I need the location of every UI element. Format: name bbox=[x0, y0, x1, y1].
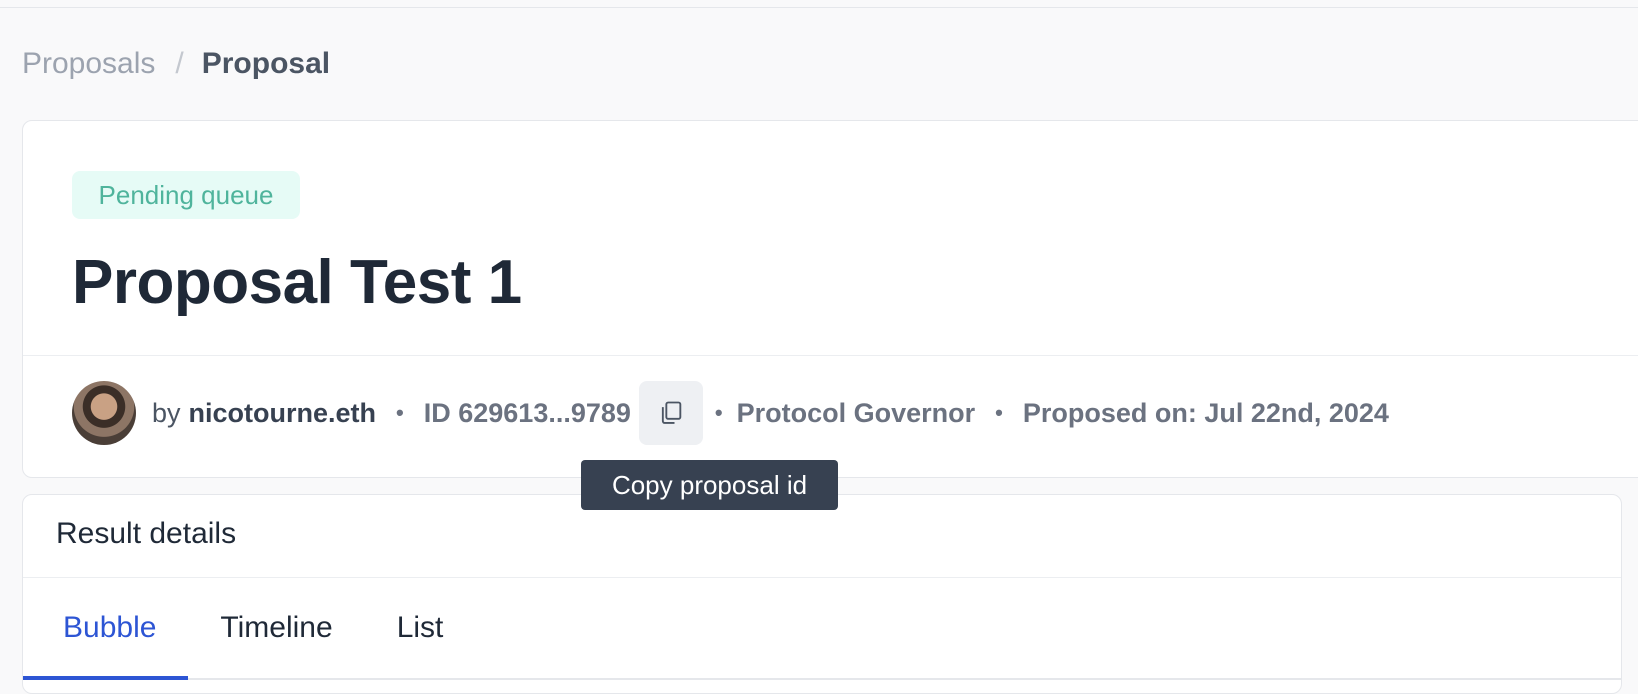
breadcrumb: Proposals / Proposal bbox=[22, 44, 330, 84]
top-bar-edge bbox=[0, 0, 1638, 8]
tab-list[interactable]: List bbox=[365, 578, 476, 678]
by-label: by bbox=[152, 397, 181, 428]
proposed-on-date: Proposed on: Jul 22nd, 2024 bbox=[1022, 397, 1389, 428]
page-title: Proposal Test 1 bbox=[72, 248, 522, 317]
breadcrumb-current: Proposal bbox=[201, 47, 331, 80]
breadcrumb-separator: / bbox=[175, 47, 184, 80]
proposal-meta-row: by nicotourne.eth • ID 629613...9789 • P… bbox=[72, 381, 1389, 445]
meta-separator: • bbox=[714, 400, 723, 425]
result-details-title: Result details bbox=[56, 517, 237, 550]
meta-separator: • bbox=[995, 400, 1003, 425]
divider bbox=[23, 355, 1638, 356]
copy-proposal-id-button[interactable] bbox=[638, 381, 703, 445]
tab-timeline[interactable]: Timeline bbox=[188, 578, 364, 678]
proposal-id: ID 629613...9789 bbox=[423, 397, 631, 428]
meta-separator: • bbox=[396, 400, 404, 425]
copy-proposal-id-tooltip: Copy proposal id bbox=[581, 460, 838, 510]
tab-bubble[interactable]: Bubble bbox=[23, 578, 189, 680]
status-badge: Pending queue bbox=[72, 171, 300, 219]
result-details-card: Result details Bubble Timeline List bbox=[22, 494, 1622, 694]
copy-icon bbox=[661, 401, 682, 424]
author-name[interactable]: nicotourne.eth bbox=[189, 398, 377, 429]
breadcrumb-proposals-link[interactable]: Proposals bbox=[22, 47, 155, 81]
proposal-header-card: Pending queue Proposal Test 1 by nicotou… bbox=[22, 120, 1638, 478]
author-avatar[interactable] bbox=[72, 381, 136, 445]
result-tabs: Bubble Timeline List bbox=[23, 578, 1621, 680]
governor-name: Protocol Governor bbox=[736, 397, 976, 428]
